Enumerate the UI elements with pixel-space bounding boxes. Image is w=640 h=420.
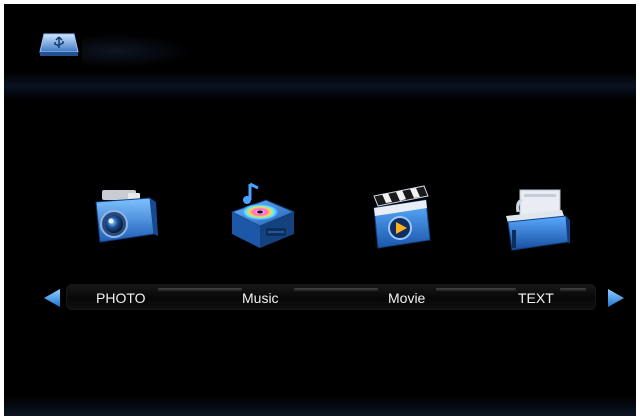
media-player-screen: PHOTO Music Movie TEXT xyxy=(4,4,636,416)
clapperboard-icon[interactable] xyxy=(366,182,438,254)
menu-divider xyxy=(294,288,378,291)
menu-item-label: Music xyxy=(242,290,279,306)
arrow-right-icon[interactable] xyxy=(606,287,626,309)
menu-divider xyxy=(560,288,586,291)
arrow-left-icon[interactable] xyxy=(42,287,62,309)
menu-item-label: PHOTO xyxy=(96,290,146,306)
usb-drive-icon[interactable] xyxy=(38,30,80,58)
menu-item-label: Movie xyxy=(388,290,426,306)
menu-item-label: TEXT xyxy=(518,290,554,306)
media-menu-bar: PHOTO Music Movie TEXT xyxy=(66,284,596,310)
menu-item-movie[interactable]: Movie xyxy=(388,284,528,308)
menu-divider xyxy=(436,288,516,291)
menu-item-music[interactable]: Music xyxy=(242,284,382,308)
document-tray-icon[interactable] xyxy=(500,186,572,258)
menu-item-photo[interactable]: PHOTO xyxy=(96,284,246,308)
menu-item-text[interactable]: TEXT xyxy=(518,284,598,308)
header-band xyxy=(4,72,636,100)
source-label-area xyxy=(82,34,192,68)
camera-icon[interactable] xyxy=(88,184,160,256)
menu-divider xyxy=(158,288,242,291)
footer-band xyxy=(4,396,636,416)
music-disc-icon[interactable] xyxy=(226,182,298,254)
